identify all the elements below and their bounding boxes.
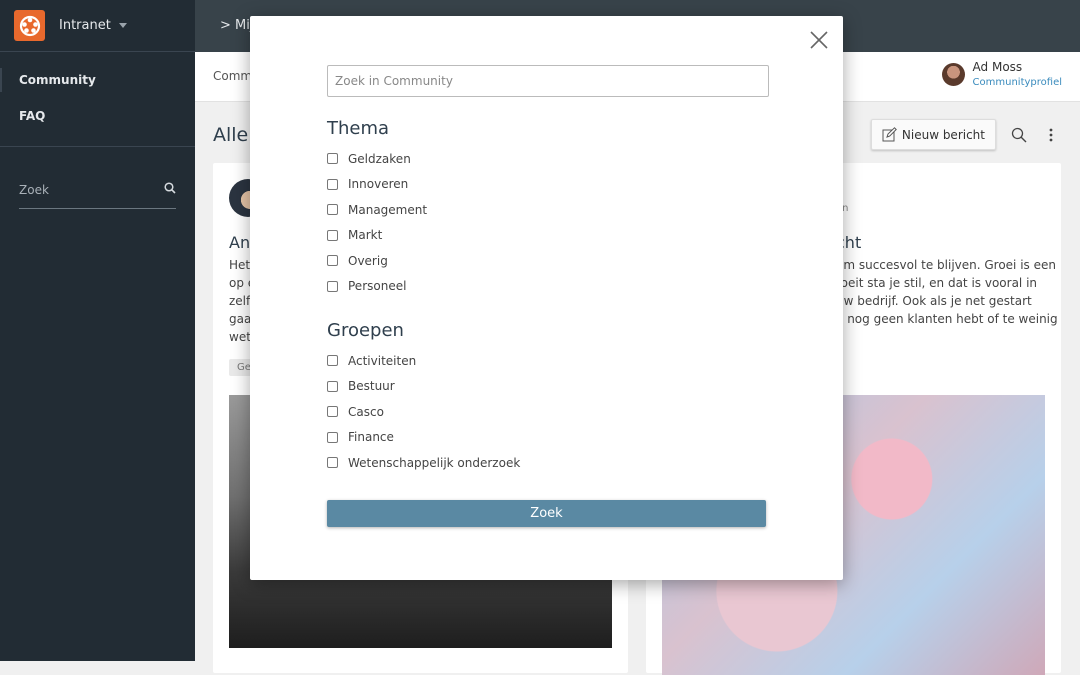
checkbox-option[interactable]: Activiteiten — [327, 348, 520, 374]
checkbox[interactable] — [327, 178, 338, 190]
checkbox-option[interactable]: Innoveren — [327, 172, 427, 198]
checkbox-option[interactable]: Geldzaken — [327, 146, 427, 172]
checkbox-option[interactable]: Management — [327, 197, 427, 223]
checkbox[interactable] — [327, 380, 338, 392]
checkbox-option[interactable]: Wetenschappelijk onderzoek — [327, 450, 520, 476]
checkbox-option[interactable]: Overig — [327, 248, 427, 274]
groepen-options: Activiteiten Bestuur Casco Finance Weten… — [327, 348, 520, 476]
search-modal: Thema Geldzaken Innoveren Management Mar… — [250, 16, 843, 580]
checkbox[interactable] — [327, 229, 338, 241]
modal-overlay: Thema Geldzaken Innoveren Management Mar… — [0, 0, 1080, 661]
section-title-thema: Thema — [327, 118, 390, 139]
checkbox[interactable] — [327, 406, 338, 418]
community-search-input[interactable] — [327, 65, 769, 97]
checkbox-option[interactable]: Casco — [327, 399, 520, 425]
checkbox[interactable] — [327, 255, 338, 267]
checkbox-option[interactable]: Markt — [327, 223, 427, 249]
close-icon[interactable] — [809, 30, 829, 50]
checkbox[interactable] — [327, 355, 338, 367]
thema-options: Geldzaken Innoveren Management Markt Ove… — [327, 146, 427, 299]
section-title-groepen: Groepen — [327, 320, 404, 341]
checkbox-option[interactable]: Personeel — [327, 274, 427, 300]
checkbox[interactable] — [327, 431, 338, 443]
checkbox[interactable] — [327, 457, 338, 469]
checkbox[interactable] — [327, 153, 338, 165]
checkbox[interactable] — [327, 280, 338, 292]
checkbox-option[interactable]: Bestuur — [327, 374, 520, 400]
checkbox-option[interactable]: Finance — [327, 425, 520, 451]
search-submit-button[interactable]: Zoek — [327, 500, 766, 527]
checkbox[interactable] — [327, 204, 338, 216]
